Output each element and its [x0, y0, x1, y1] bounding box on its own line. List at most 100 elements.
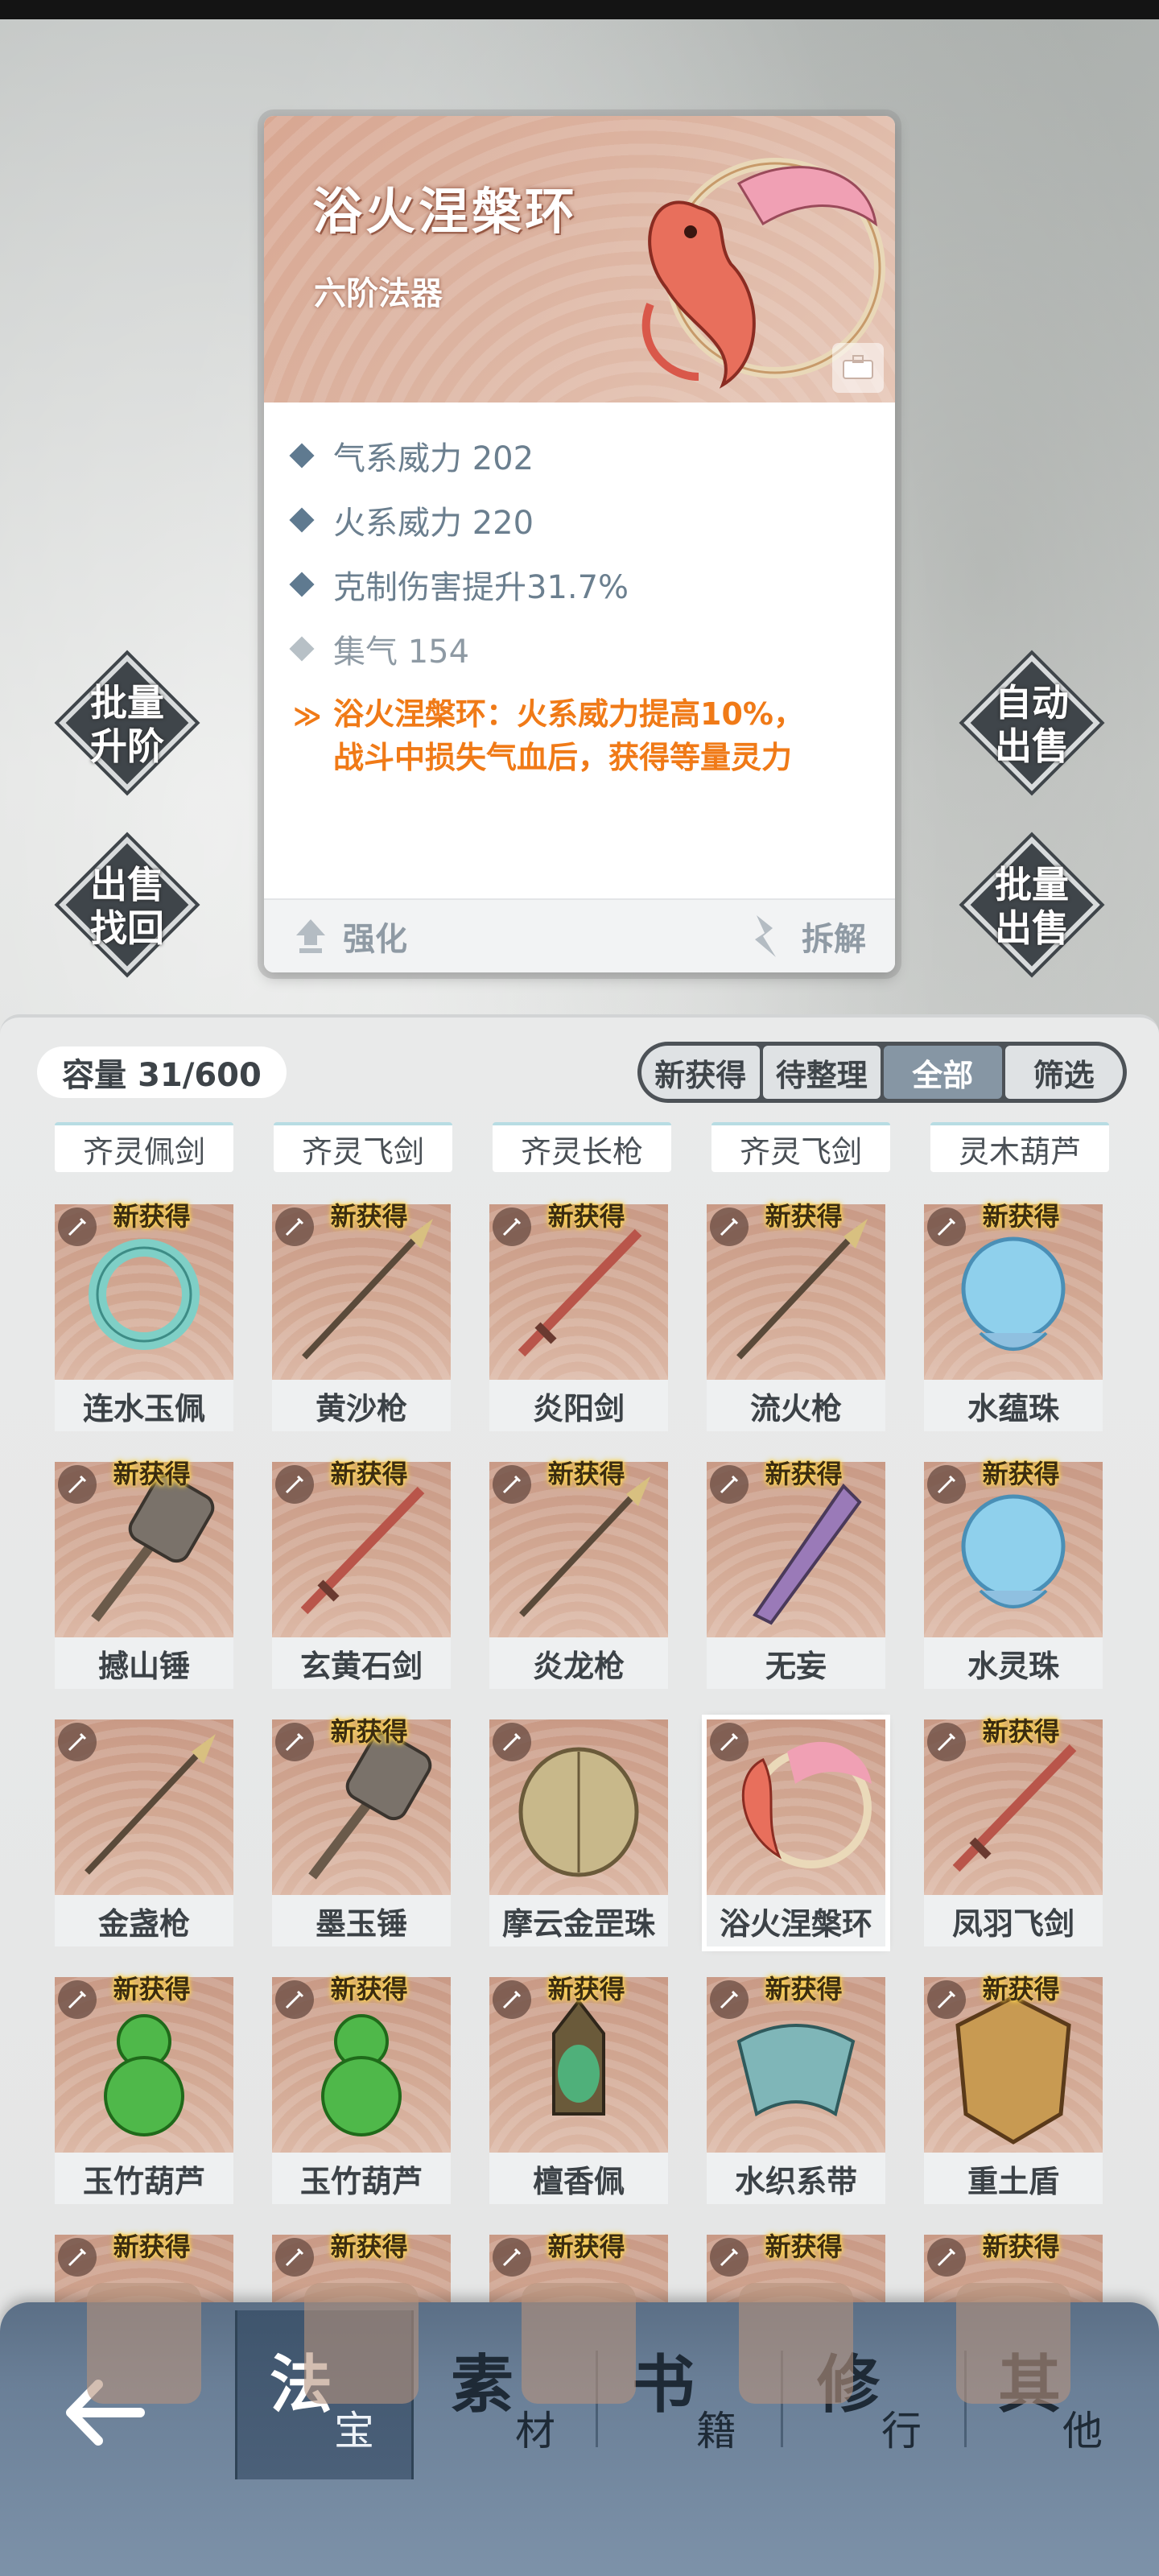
new-badge: 新获得: [982, 1974, 1060, 2004]
category-label: 灵木葫芦: [930, 1122, 1109, 1172]
weapon-type-icon: [710, 1208, 749, 1246]
item-grid: 新获得 连水玉佩 新获得 黄沙枪 新获得 炎阳剑 新获得 流火枪 新获得 水蕴珠 新获得 撼山锤 新获得…: [55, 1201, 1109, 2462]
weapon-type-icon: [58, 1980, 97, 2019]
item-name: 檀香佩: [489, 2153, 668, 2204]
inventory-item[interactable]: 新获得水蕴珠: [924, 1201, 1103, 1431]
weapon-type-icon: [58, 2238, 97, 2277]
status-bar: [0, 0, 1159, 19]
inventory-item[interactable]: 新获得 水灵珠: [924, 1459, 1103, 1689]
category-label: 齐灵飞剑: [274, 1122, 452, 1172]
sell-recover-button[interactable]: 出售 找回: [54, 832, 200, 978]
new-badge: 新获得: [982, 2231, 1060, 2262]
new-badge: 新获得: [113, 2231, 191, 2262]
stat-row: 火系威力 220: [289, 488, 895, 552]
weapon-type-icon: [927, 2238, 966, 2277]
weapon-type-icon: [710, 2238, 749, 2277]
new-badge: 新获得: [547, 1459, 625, 1489]
new-badge: 新获得: [330, 1716, 408, 1747]
lock-button[interactable]: [832, 343, 884, 393]
weapon-type-icon: [275, 1723, 314, 1761]
inventory-item[interactable]: 新获得 墨玉锤: [272, 1716, 451, 1946]
new-badge: 新获得: [982, 1716, 1060, 1747]
dismantle-label: 拆解: [802, 921, 866, 958]
weapon-type-icon: [927, 1980, 966, 2019]
inventory-item[interactable]: 金盏枪: [55, 1719, 233, 1946]
weapon-type-icon: [927, 1465, 966, 1504]
item-name: 玉竹葫芦: [55, 2153, 233, 2204]
inventory-item[interactable]: 新获得 炎龙枪: [489, 1459, 668, 1689]
stat-row: 气系威力 202: [289, 423, 895, 488]
new-badge: 新获得: [330, 1974, 408, 2004]
special-effect-icon: ≫: [293, 700, 322, 733]
inventory-item[interactable]: 新获得 无妄: [707, 1459, 885, 1689]
weapon-type-icon: [493, 1465, 531, 1504]
capacity-indicator: 容量 31/600: [37, 1046, 287, 1098]
dismantle-button[interactable]: 拆解: [749, 912, 866, 960]
card-header: 浴火涅槃环 六阶法器: [264, 116, 895, 402]
weapon-type-icon: [493, 1208, 531, 1246]
stat-text: 克制伤害提升31.7%: [333, 569, 629, 606]
inventory-item[interactable]: 新获得 连水玉佩: [55, 1201, 233, 1431]
item-name: 摩云金罡珠: [489, 1895, 668, 1946]
new-badge: 新获得: [982, 1459, 1060, 1489]
inventory-item[interactable]: 新获得 凤羽飞剑: [924, 1716, 1103, 1946]
weapon-type-icon: [927, 1208, 966, 1246]
weapon-type-icon: [927, 1723, 966, 1761]
category-row: 齐灵佩剑 齐灵飞剑 齐灵长枪 齐灵飞剑 灵木葫芦: [55, 1122, 1109, 1172]
special-effect-line-1: 浴火涅槃环：火系威力提高10%，: [333, 696, 804, 732]
stat-row: 克制伤害提升31.7%: [289, 552, 895, 617]
inventory-item[interactable]: 新获得重土盾: [924, 1974, 1103, 2204]
batch-upgrade-button[interactable]: 批量 升阶: [54, 650, 200, 796]
item-name: 玄黄石剑: [272, 1637, 451, 1689]
category-label: 齐灵佩剑: [55, 1122, 233, 1172]
batch-sell-button[interactable]: 批量 出售: [959, 832, 1105, 978]
special-effect: ≫ 浴火涅槃环：火系威力提高10%， 战斗中损失气血后，获得等量灵力: [293, 681, 895, 779]
card-footer: 强化 拆解: [264, 898, 895, 972]
new-badge: 新获得: [547, 2231, 625, 2262]
item-name: 重土盾: [924, 2153, 1103, 2204]
diamond-bullet-icon: [289, 507, 315, 533]
new-badge: 新获得: [330, 1201, 408, 1232]
lock-icon: [843, 355, 873, 379]
stat-text: 气系威力 202: [333, 440, 534, 477]
inventory-item[interactable]: 新获得玄黄石剑: [272, 1459, 451, 1689]
new-badge: 新获得: [113, 1459, 191, 1489]
enhance-label: 强化: [343, 921, 407, 958]
enhance-button[interactable]: 强化: [293, 913, 407, 960]
inventory-item[interactable]: 新获得黄沙枪: [272, 1201, 451, 1431]
tab-all[interactable]: 全部: [884, 1046, 1002, 1099]
auto-sell-button[interactable]: 自动 出售: [959, 650, 1105, 796]
tab-filter[interactable]: 筛选: [1004, 1046, 1123, 1099]
new-badge: 新获得: [330, 1459, 408, 1489]
inventory-item[interactable]: 新获得 撼山锤: [55, 1459, 233, 1689]
inventory-item[interactable]: 浴火涅槃环: [702, 1715, 890, 1951]
new-badge: 新获得: [113, 1974, 191, 2004]
inventory-item[interactable]: 新获得 水织系带: [707, 1974, 885, 2204]
inventory-item[interactable]: 新获得 炎阳剑: [489, 1201, 668, 1431]
item-name: 水蕴珠: [924, 1380, 1103, 1431]
inventory-item[interactable]: 新获得玉竹葫芦: [55, 1974, 233, 2204]
item-image: [489, 1719, 668, 1895]
inventory-item[interactable]: 新获得 檀香佩: [489, 1974, 668, 2204]
inventory-item[interactable]: 新获得玉竹葫芦: [272, 1974, 451, 2204]
weapon-type-icon: [58, 1208, 97, 1246]
stats-list: 气系威力 202 火系威力 220 克制伤害提升31.7% 集气 154 ≫ 浴…: [264, 402, 895, 779]
item-title: 浴火涅槃环: [312, 182, 579, 241]
new-badge: 新获得: [113, 1201, 191, 1232]
item-name: 金盏枪: [55, 1895, 233, 1946]
inventory-item[interactable]: 摩云金罡珠: [489, 1719, 668, 1946]
arrow-up-icon: [296, 919, 325, 953]
new-badge: 新获得: [982, 1201, 1060, 1232]
tab-to-organize[interactable]: 待整理: [762, 1046, 881, 1099]
item-name: 流火枪: [707, 1380, 885, 1431]
item-name: 玉竹葫芦: [272, 2153, 451, 2204]
weapon-type-icon: [275, 2238, 314, 2277]
inventory-item[interactable]: 新获得 流火枪: [707, 1201, 885, 1431]
weapon-type-icon: [275, 1980, 314, 2019]
item-name: 浴火涅槃环: [707, 1895, 885, 1946]
item-name: 黄沙枪: [272, 1380, 451, 1431]
tab-new[interactable]: 新获得: [641, 1046, 760, 1099]
weapon-type-icon: [493, 1723, 531, 1761]
inventory-panel: 容量 31/600 新获得 待整理 全部 筛选 齐灵佩剑 齐灵飞剑 齐灵长枪 齐…: [0, 1014, 1159, 2576]
weapon-type-icon: [275, 1465, 314, 1504]
